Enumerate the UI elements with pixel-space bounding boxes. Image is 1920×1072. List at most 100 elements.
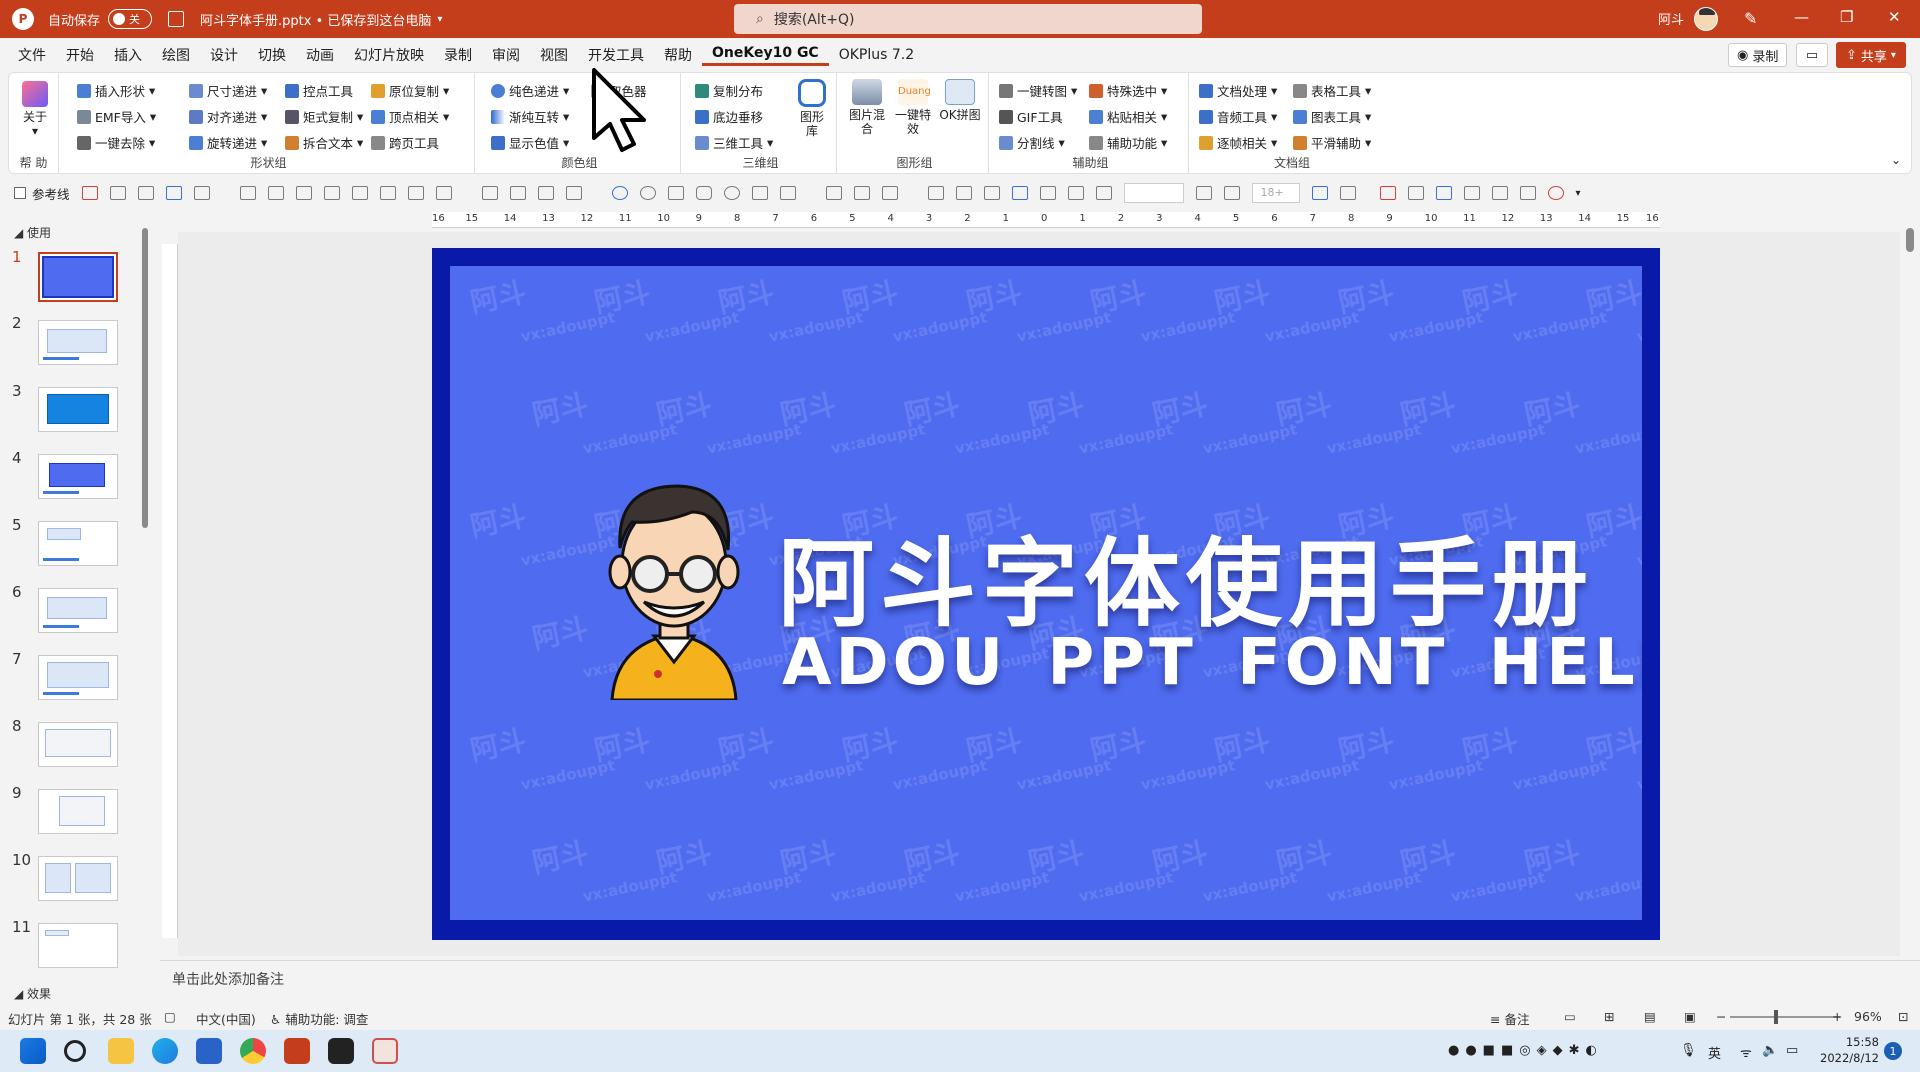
reading-view-icon[interactable]: ▤ [1644, 1009, 1656, 1024]
distribute-h-icon[interactable] [407, 186, 424, 200]
rotate-step-button[interactable]: 旋转递进 ▾ [189, 133, 267, 152]
app-icon[interactable] [372, 1038, 398, 1064]
accessibility-status[interactable]: ♿ 辅助功能: 调查 [270, 1009, 368, 1028]
tab-developer[interactable]: 开发工具 [578, 45, 654, 65]
align-left-icon[interactable] [239, 186, 256, 200]
record-button[interactable]: ◉ 录制 [1728, 43, 1788, 67]
marker-icon[interactable] [1095, 186, 1112, 200]
pen-icon[interactable] [927, 186, 944, 200]
restore-icon[interactable]: ❐ [1840, 8, 1853, 26]
wifi-icon[interactable]: ᯤ [1740, 1043, 1752, 1061]
convert-image-button[interactable]: 一键转图 ▾ [999, 81, 1077, 100]
crop-icon[interactable] [193, 186, 210, 200]
slide-title[interactable]: 阿斗字体使用手册 [778, 506, 1594, 645]
align-middle-icon[interactable] [379, 186, 396, 200]
save-icon[interactable] [168, 11, 185, 27]
align-step-button[interactable]: 对齐递进 ▾ [189, 107, 267, 126]
slideshow-icon[interactable]: ▣ [1684, 1009, 1696, 1024]
matrix-copy-button[interactable]: 矩式复制 ▾ [285, 107, 363, 126]
table-tool-button[interactable]: 表格工具 ▾ [1293, 81, 1371, 100]
tab-review[interactable]: 审阅 [482, 45, 530, 65]
align-right-icon[interactable] [267, 186, 284, 200]
tab-onekey[interactable]: OneKey10 GC [702, 45, 829, 66]
minimize-icon[interactable]: — [1794, 8, 1809, 26]
undo-icon[interactable] [109, 186, 126, 200]
split-text-button[interactable]: 拆合文本 ▾ [285, 133, 363, 152]
emf-import-button[interactable]: EMF导入 ▾ [77, 107, 156, 126]
audio-tool-button[interactable]: 音频工具 ▾ [1199, 107, 1277, 126]
font-size-box[interactable]: 18+ [1251, 183, 1300, 203]
special-select-button[interactable]: 特殊选中 ▾ [1089, 81, 1167, 100]
edit-points-icon[interactable] [779, 186, 796, 200]
volume-icon[interactable]: 🔈 [1762, 1043, 1778, 1058]
picture-icon[interactable] [853, 186, 870, 200]
pencil-icon[interactable] [955, 186, 972, 200]
edge-icon[interactable] [152, 1038, 178, 1064]
textbox-icon[interactable] [1011, 186, 1028, 200]
tab-home[interactable]: 开始 [56, 45, 104, 65]
powerpoint-icon[interactable] [284, 1038, 310, 1064]
close-icon[interactable]: ✕ [1888, 8, 1901, 26]
copy-distribute-button[interactable]: 复制分布 [695, 81, 763, 100]
frame-related-button[interactable]: 逐帧相关 ▾ [1199, 133, 1277, 152]
chrome-icon[interactable] [240, 1038, 266, 1064]
animation-pane-icon[interactable] [1407, 186, 1424, 200]
font-color-icon[interactable] [1039, 186, 1056, 200]
align-bottom-icon[interactable] [323, 186, 340, 200]
zoom-slider-thumb[interactable] [1774, 1010, 1778, 1024]
merge-shapes-icon[interactable] [611, 186, 628, 200]
cross-page-button[interactable]: 跨页工具 [371, 133, 439, 152]
slide-thumbnail-2[interactable] [38, 320, 118, 365]
convert-icon[interactable] [1463, 186, 1480, 200]
show-color-button[interactable]: 显示色值 ▾ [491, 133, 569, 152]
document-title[interactable]: 阿斗字体手册.pptx • 已保存到这台电脑 [200, 10, 431, 29]
highlighter-icon[interactable] [1067, 186, 1084, 200]
font-shrink-icon[interactable] [1223, 186, 1240, 200]
file-explorer-icon[interactable] [108, 1038, 134, 1064]
layout-icon[interactable] [137, 186, 154, 200]
normal-view-icon[interactable]: ▭ [1564, 1009, 1576, 1024]
tab-view[interactable]: 视图 [530, 45, 578, 65]
clock[interactable]: 15:58 2022/8/12 [1820, 1034, 1879, 1066]
rectangle-icon[interactable] [667, 186, 684, 200]
recorder-icon[interactable] [328, 1038, 354, 1064]
system-tray-icons[interactable]: ●●■■◎◈◆✱◐ [1448, 1043, 1603, 1058]
align-top-icon[interactable] [295, 186, 312, 200]
slide-thumbnail-7[interactable] [38, 655, 118, 700]
slide-thumbnail-9[interactable] [38, 789, 118, 834]
tab-draw[interactable]: 绘图 [152, 45, 200, 65]
notification-badge[interactable]: 1 [1884, 1042, 1902, 1060]
slide-thumbnail-10[interactable] [38, 856, 118, 901]
distribute-v-icon[interactable] [435, 186, 452, 200]
threed-tool-button[interactable]: 三维工具 ▾ [695, 133, 773, 152]
battery-icon[interactable]: ▭ [1786, 1043, 1798, 1058]
inplace-copy-button[interactable]: 原位复制 ▾ [371, 81, 449, 100]
search-box[interactable]: ⌕ 搜索(Alt+Q) [734, 4, 1202, 34]
slide-thumbnail-6[interactable] [38, 588, 118, 633]
tab-transitions[interactable]: 切换 [248, 45, 296, 65]
slide-thumbnail-1[interactable] [38, 252, 118, 302]
chart-tool-button[interactable]: 图表工具 ▾ [1293, 107, 1371, 126]
one-key-remove-button[interactable]: 一键去除 ▾ [77, 133, 155, 152]
shape-fill-icon[interactable] [1311, 186, 1328, 200]
handle-tool-button[interactable]: 控点工具 [285, 81, 353, 100]
autosave-toggle[interactable]: 关 [108, 9, 153, 29]
ungroup-icon[interactable] [509, 186, 526, 200]
slide-thumbnail-3[interactable] [38, 387, 118, 432]
ellipse-icon[interactable] [723, 186, 740, 200]
spellcheck-icon[interactable]: ▢ [164, 1009, 176, 1024]
intersect-icon[interactable] [639, 186, 656, 200]
fit-icon[interactable] [1519, 186, 1536, 200]
ime-indicator[interactable]: 英 [1708, 1043, 1721, 1062]
canvas-scrollbar[interactable] [1906, 228, 1914, 252]
tab-okplus[interactable]: OKPlus 7.2 [829, 47, 924, 63]
divider-line-button[interactable]: 分割线 ▾ [999, 133, 1065, 152]
ok-puzzle-button[interactable]: OK拼图 [939, 79, 981, 122]
pen-icon[interactable]: ✎ [1744, 9, 1757, 28]
tab-file[interactable]: 文件 [8, 45, 56, 65]
eye-icon[interactable] [1547, 186, 1564, 200]
section-header[interactable]: ◢ 使用 [14, 224, 51, 241]
presenter-icon[interactable] [1379, 186, 1396, 200]
notes-pane[interactable]: 单击此处添加备注 [160, 960, 1920, 1004]
zoom-icon[interactable] [1435, 186, 1452, 200]
